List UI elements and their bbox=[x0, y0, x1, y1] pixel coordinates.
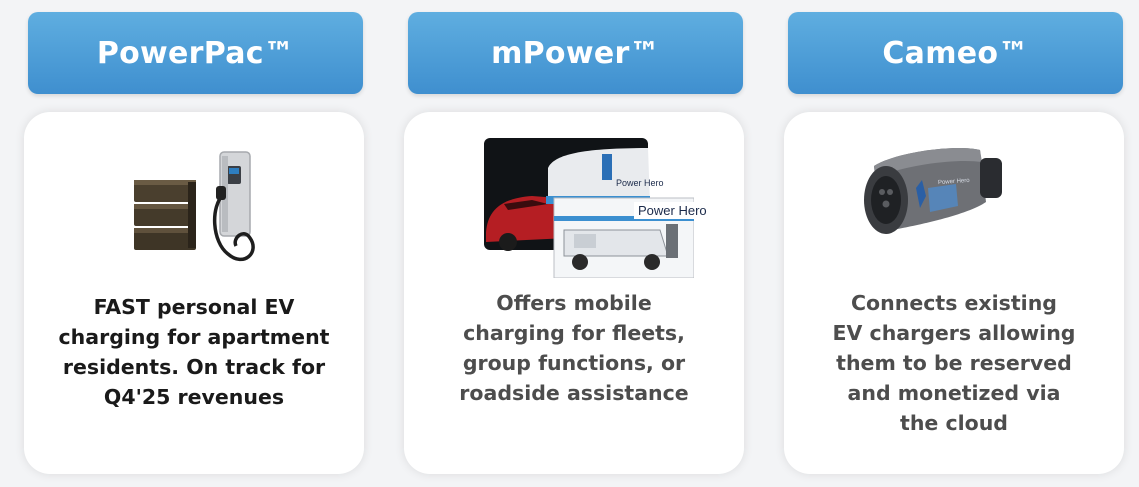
product-header-mpower: mPower™ bbox=[408, 12, 743, 94]
description-line: charging for fleets, bbox=[463, 321, 685, 345]
product-description-mpower: Offers mobile charging for fleets, group… bbox=[404, 288, 744, 408]
van-brand-label: Power Hero bbox=[616, 178, 664, 188]
product-card-cameo: Power Hero Connects existing EV chargers… bbox=[784, 112, 1124, 474]
product-header-powerpac: PowerPac™ bbox=[28, 12, 363, 94]
description-line: FAST personal EV bbox=[93, 295, 295, 319]
product-description-powerpac: FAST personal EV charging for apartment … bbox=[24, 292, 364, 412]
description-line: them to be reserved bbox=[836, 351, 1072, 375]
description-line: roadside assistance bbox=[459, 381, 689, 405]
banner-brand-label: Power Hero bbox=[634, 202, 711, 219]
product-column-powerpac: PowerPac™ FAST personal EV charging for … bbox=[24, 0, 364, 487]
description-line: EV chargers allowing bbox=[832, 321, 1076, 345]
description-line: Offers mobile bbox=[496, 291, 652, 315]
product-column-cameo: Cameo™ Power Hero Connects existing EV c… bbox=[784, 0, 1124, 487]
description-line: group functions, or bbox=[462, 351, 686, 375]
cameo-connector-icon: Power Hero bbox=[856, 136, 1006, 256]
description-line: charging for apartment bbox=[58, 325, 330, 349]
product-column-mpower: mPower™ Power Hero Power Hero Offers mob… bbox=[404, 0, 744, 487]
powerpac-charger-icon bbox=[134, 151, 255, 262]
product-description-cameo: Connects existing EV chargers allowing t… bbox=[784, 288, 1124, 438]
product-card-powerpac: FAST personal EV charging for apartment … bbox=[24, 112, 364, 474]
mobile-charging-van-icon: Power Hero Power Hero bbox=[484, 138, 711, 279]
description-line: Q4'25 revenues bbox=[103, 385, 285, 409]
product-header-cameo: Cameo™ bbox=[788, 12, 1123, 94]
description-line: the cloud bbox=[900, 411, 1008, 435]
description-line: Connects existing bbox=[851, 291, 1057, 315]
product-card-mpower: Power Hero Power Hero Offers mobile char… bbox=[404, 112, 744, 474]
description-line: residents. On track for bbox=[62, 355, 326, 379]
description-line: and monetized via bbox=[847, 381, 1061, 405]
